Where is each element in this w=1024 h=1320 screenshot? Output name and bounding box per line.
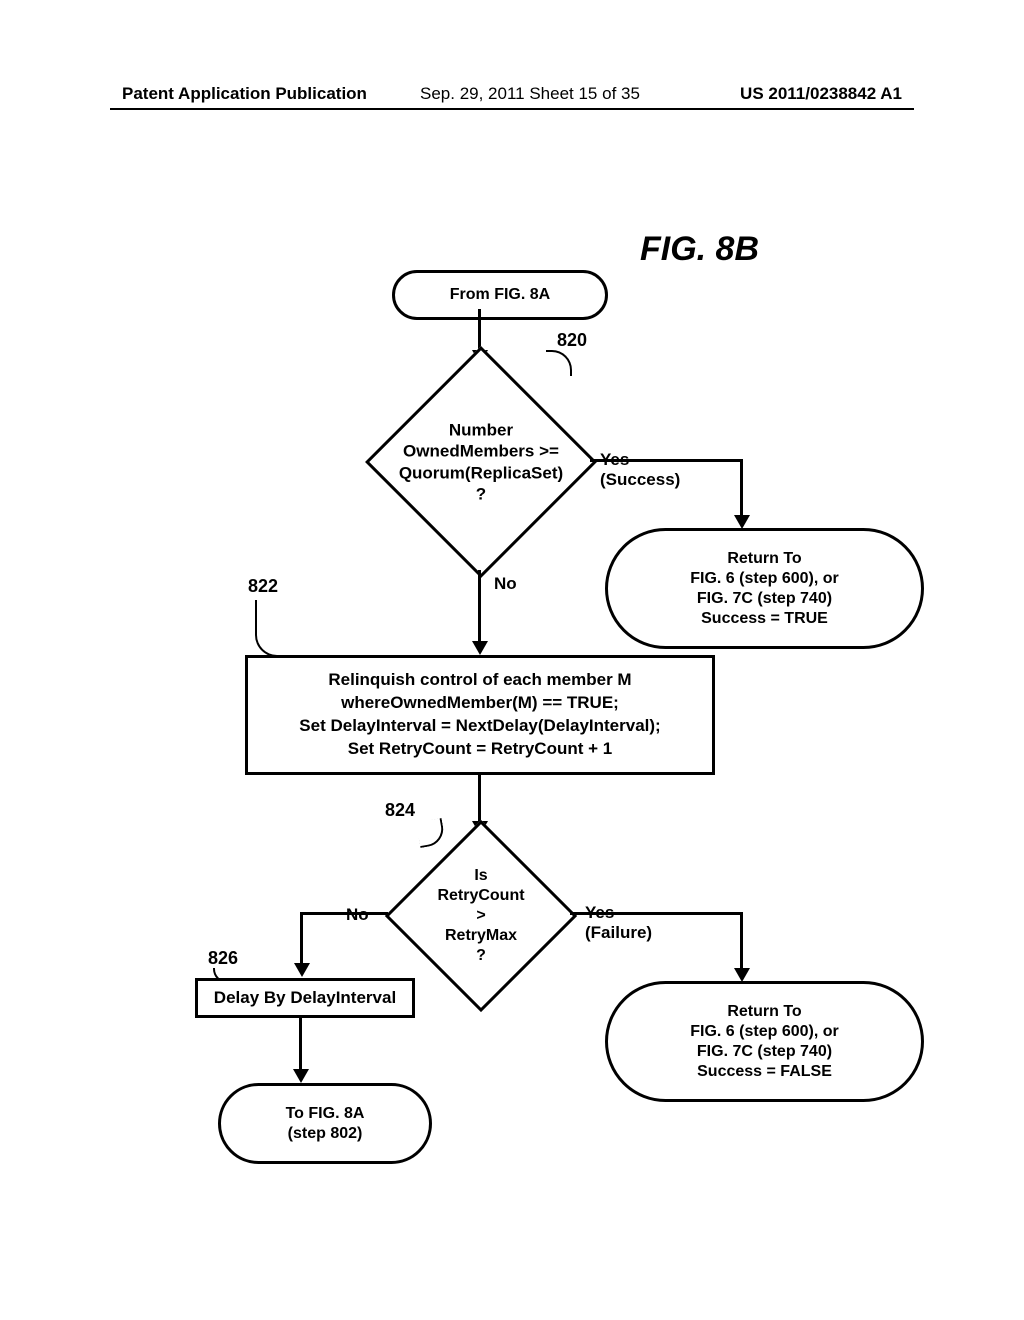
process-826: Delay By DelayInterval	[195, 978, 415, 1018]
header-right: US 2011/0238842 A1	[740, 84, 902, 104]
arrowhead-down-icon	[293, 1069, 309, 1083]
page: Patent Application Publication Sep. 29, …	[0, 0, 1024, 1320]
arrow	[740, 459, 743, 519]
ref-820: 820	[557, 330, 587, 351]
edge-label-no-820: No	[494, 574, 517, 594]
edge-label-no-824: No	[346, 905, 369, 925]
figure-title: FIG. 8B	[640, 230, 759, 269]
terminal-return-success: Return To FIG. 6 (step 600), or FIG. 7C …	[605, 528, 924, 649]
edge-label-yes-success: Yes (Success)	[600, 450, 680, 491]
process-822: Relinquish control of each member M wher…	[245, 655, 715, 775]
header-center: Sep. 29, 2011 Sheet 15 of 35	[420, 84, 640, 104]
arrowhead-down-icon	[734, 968, 750, 982]
arrowhead-down-icon	[294, 963, 310, 977]
decision-820-text: Number OwnedMembers >= Quorum(ReplicaSet…	[381, 420, 581, 505]
decision-820: Number OwnedMembers >= Quorum(ReplicaSet…	[365, 346, 597, 578]
arrow	[300, 912, 303, 967]
terminal-return-failure: Return To FIG. 6 (step 600), or FIG. 7C …	[605, 981, 924, 1102]
ref-824: 824	[385, 800, 415, 821]
arrow	[299, 1018, 302, 1073]
arrow	[478, 570, 481, 645]
terminal-to-8a: To FIG. 8A (step 802)	[218, 1083, 432, 1164]
ref-822: 822	[248, 576, 278, 597]
header-left: Patent Application Publication	[122, 84, 367, 104]
lead-line	[255, 600, 285, 657]
lead-line	[416, 818, 446, 848]
arrow	[300, 912, 388, 915]
lead-line	[546, 350, 572, 376]
arrowhead-down-icon	[734, 515, 750, 529]
ref-826: 826	[208, 948, 238, 969]
header-rule	[110, 108, 914, 110]
edge-label-yes-failure: Yes (Failure)	[585, 903, 652, 944]
decision-824-text: Is RetryCount > RetryMax ?	[406, 866, 556, 966]
arrow	[740, 912, 743, 972]
arrowhead-down-icon	[472, 641, 488, 655]
terminal-from-8a: From FIG. 8A	[392, 270, 608, 320]
arrow	[478, 775, 481, 825]
